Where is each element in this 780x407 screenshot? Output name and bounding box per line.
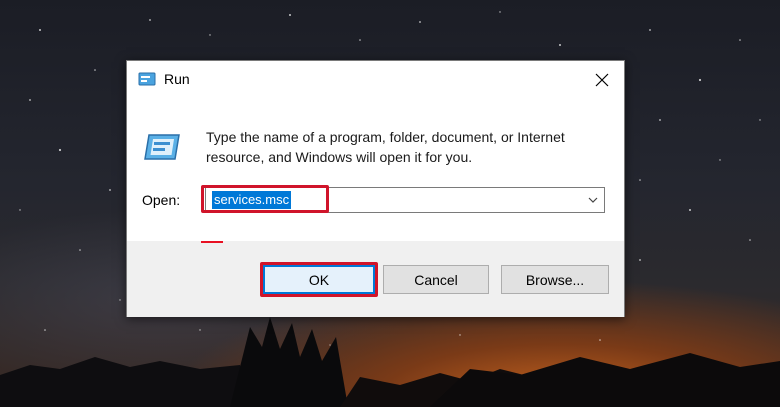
run-program-icon [144, 134, 180, 160]
description-line-2: resource, and Windows will open it for y… [206, 149, 473, 165]
input-highlight-box [201, 185, 329, 213]
run-dialog: Run Type the name of a program, folder, … [126, 60, 625, 317]
description-line-1: Type the name of a program, folder, docu… [206, 129, 565, 145]
dropdown-button[interactable] [586, 193, 600, 207]
run-icon [138, 72, 156, 86]
red-mark [201, 241, 223, 243]
chevron-down-icon [588, 197, 598, 203]
title-bar[interactable]: Run [127, 61, 624, 99]
ok-highlight-box [260, 262, 378, 297]
button-footer: OK Cancel Browse... [127, 241, 624, 317]
close-icon [595, 73, 609, 87]
dialog-description: Type the name of a program, folder, docu… [206, 127, 606, 167]
dialog-title: Run [164, 71, 190, 87]
open-label: Open: [142, 192, 181, 208]
close-button[interactable] [588, 67, 616, 93]
browse-button[interactable]: Browse... [501, 265, 609, 294]
cancel-button[interactable]: Cancel [383, 265, 489, 294]
